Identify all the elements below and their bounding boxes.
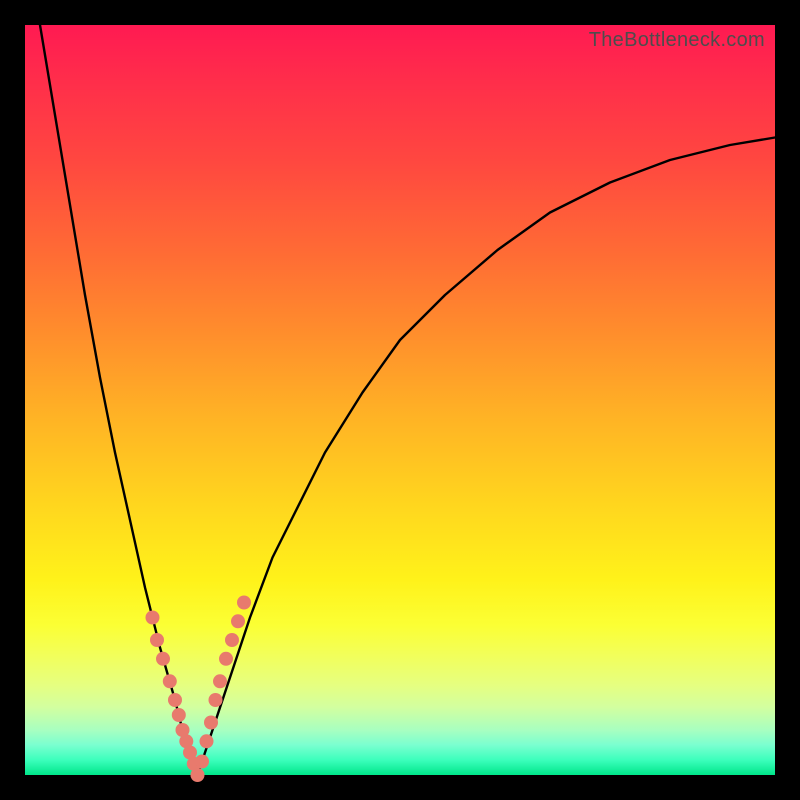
scatter-dot	[225, 633, 239, 647]
curve-right-branch	[198, 138, 776, 776]
scatter-dot	[195, 755, 209, 769]
curve-left-branch	[40, 25, 198, 775]
scatter-dot	[156, 652, 170, 666]
scatter-dot	[200, 734, 214, 748]
scatter-dot	[237, 596, 251, 610]
chart-svg	[25, 25, 775, 775]
scatter-dot	[168, 693, 182, 707]
scatter-dot	[204, 716, 218, 730]
scatter-dot	[209, 693, 223, 707]
scatter-dots	[146, 596, 252, 783]
chart-frame: TheBottleneck.com	[0, 0, 800, 800]
scatter-dot	[191, 768, 205, 782]
scatter-dot	[231, 614, 245, 628]
plot-area: TheBottleneck.com	[25, 25, 775, 775]
scatter-dot	[219, 652, 233, 666]
scatter-dot	[163, 674, 177, 688]
scatter-dot	[172, 708, 186, 722]
scatter-dot	[146, 611, 160, 625]
scatter-dot	[213, 674, 227, 688]
scatter-dot	[150, 633, 164, 647]
